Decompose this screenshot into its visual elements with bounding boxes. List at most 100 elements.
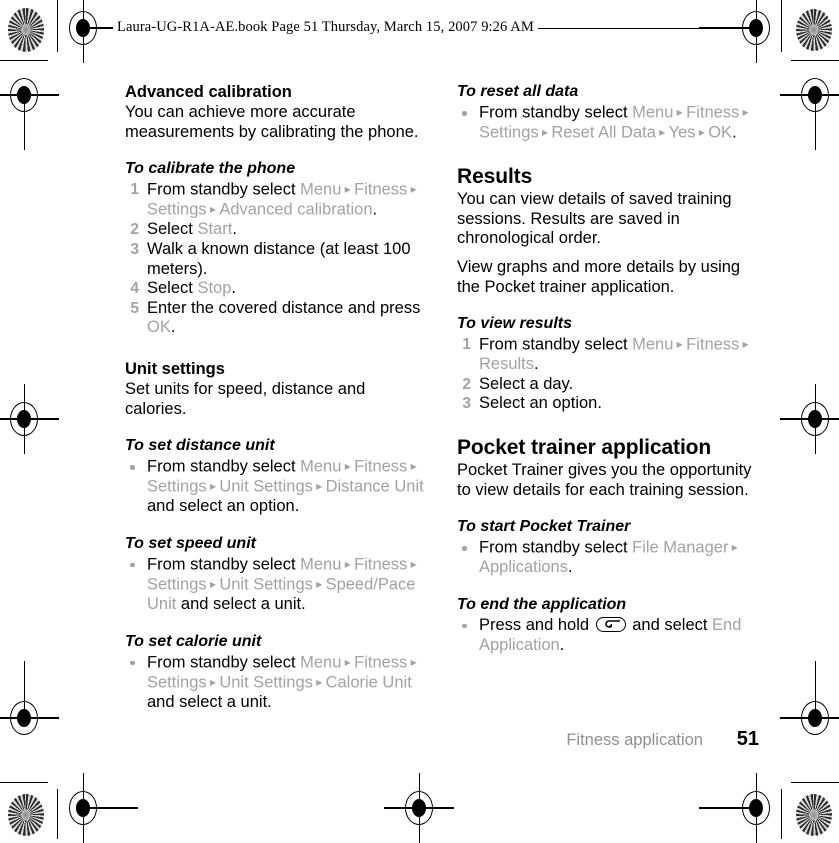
ui-term: Settings	[147, 673, 207, 692]
registration-mark-right-bottom	[780, 661, 839, 739]
step-number: 5	[130, 299, 139, 317]
procedure-bullets: Press and hold and select End Applicatio…	[457, 616, 757, 655]
body-advanced-calibration: You can achieve more accurate measuremen…	[125, 103, 419, 141]
numbered-step: 3 Select an option.	[457, 394, 757, 414]
menu-arrow-icon: ▸	[728, 540, 738, 555]
ui-term: Fitness	[354, 180, 408, 199]
procedure-bullets: From standby select Menu ▸ Fitness ▸ Set…	[125, 457, 425, 517]
bullet-item: From standby select Menu ▸ Fitness ▸ Set…	[125, 653, 425, 713]
menu-arrow-icon: ▸	[673, 105, 687, 119]
ui-term: Applications	[479, 558, 568, 577]
ui-term: Fitness	[686, 103, 740, 122]
section-reset-all-data: To reset all data From standby select Me…	[457, 82, 757, 143]
text-run: From standby select	[479, 103, 633, 122]
bullet-icon	[462, 111, 467, 116]
procedure-title-calibrate-phone: To calibrate the phone	[125, 160, 296, 178]
text-run: and select an option.	[147, 497, 300, 516]
ui-term: Stop	[197, 279, 232, 298]
ui-term: Menu	[300, 180, 342, 199]
bullet-item: From standby select Menu ▸ Fitness ▸ Set…	[457, 103, 757, 143]
text-run: From standby select	[147, 555, 301, 574]
ui-term: Advanced calibration	[219, 200, 373, 219]
text-run: .	[559, 635, 565, 654]
text-run: .	[732, 123, 737, 142]
heading-results: Results	[457, 165, 533, 189]
text-run: From standby select	[479, 335, 633, 354]
numbered-step: 2 Select Start.	[125, 220, 425, 240]
text-run: .	[170, 318, 176, 337]
procedure-bullets: From standby select Menu ▸ Fitness ▸ Set…	[125, 653, 425, 713]
numbered-step: 1 From standby select Menu ▸ Fitness ▸ Se…	[125, 180, 425, 220]
procedure-title: To set distance unit	[125, 437, 275, 455]
section-advanced-calibration: Advanced calibration You can achieve mor…	[125, 82, 425, 338]
registration-mark-bottom-left	[62, 773, 138, 843]
numbered-step: 3 Walk a known distance (at least 100 met…	[125, 240, 425, 279]
menu-arrow-icon: ▸	[673, 337, 687, 352]
header-file-info: Laura-UG-R1A-AE.book Page 51 Thursday, M…	[113, 19, 538, 36]
menu-arrow-icon: ▸	[341, 556, 355, 571]
bullet-item: From standby select Menu ▸ Fitness ▸ Set…	[125, 555, 425, 615]
text-run: From standby select	[147, 180, 301, 199]
menu-arrow-icon: ▸	[206, 674, 220, 689]
ui-term: Settings	[147, 477, 207, 496]
bullet-icon	[130, 562, 135, 568]
registration-mark-bottom-center	[384, 773, 454, 843]
trim-line-right-lower	[791, 782, 839, 784]
heading-unit-settings: Unit settings	[125, 359, 225, 378]
ui-term: Unit Settings	[219, 575, 313, 594]
registration-mark-left-top	[0, 74, 59, 150]
bullet-item: From standby select File Manager ▸ Appli…	[457, 538, 757, 578]
bullet-icon	[130, 660, 135, 666]
ui-term: Fitness	[354, 457, 408, 476]
body-unit-settings: Set units for speed, distance and calori…	[125, 379, 366, 418]
step-number: 2	[130, 221, 139, 239]
bullet-item: From standby select Menu ▸ Fitness ▸ Set…	[125, 457, 425, 517]
procedure-bullets: From standby select Menu ▸ Fitness ▸ Set…	[125, 555, 425, 615]
procedure-title: To set calorie unit	[125, 632, 262, 650]
ui-term: Settings	[147, 575, 207, 594]
ui-term: Menu	[300, 457, 342, 476]
text-run: Select a day.	[479, 374, 574, 393]
numbered-step: 5 Enter the covered distance and press OK…	[125, 299, 425, 338]
menu-arrow-icon: ▸	[341, 459, 355, 474]
menu-arrow-icon: ▸	[206, 577, 220, 591]
bullets-reset-all-data: From standby select Menu ▸ Fitness ▸ Set…	[457, 103, 757, 143]
menu-arrow-icon: ▸	[312, 479, 326, 494]
ui-term: Fitness	[686, 335, 740, 354]
step-number: 1	[462, 336, 471, 354]
menu-arrow-icon: ▸	[538, 125, 552, 140]
menu-arrow-icon: ▸	[206, 202, 220, 217]
steps-view-results: 1 From standby select Menu ▸ Fitness ▸ Re…	[457, 335, 757, 414]
footer-chapter-label: Fitness application	[566, 731, 703, 749]
text-run: Select	[147, 220, 198, 239]
text-run: .	[232, 220, 237, 239]
text-run: and select a unit.	[176, 595, 306, 614]
menu-arrow-icon: ▸	[739, 105, 749, 119]
procedures-unit-settings: To set distance unit From standby select …	[125, 419, 425, 712]
bullet-icon	[462, 546, 467, 551]
numbered-step: 4 Select Stop.	[125, 279, 425, 299]
step-number: 3	[462, 395, 471, 413]
section-results: Results You can view details of saved tr…	[457, 164, 757, 414]
trim-line-left-upper	[0, 60, 48, 62]
body-results-1: You can view details of saved training s…	[457, 190, 732, 248]
ui-term: OK	[708, 123, 733, 142]
ui-term: Menu	[300, 653, 342, 672]
ui-term: Unit Settings	[219, 477, 313, 496]
left-column: Advanced calibration You can achieve mor…	[125, 82, 425, 712]
procedure-bullets: From standby select File Manager ▸ Appli…	[457, 538, 757, 578]
procedure-title: To set speed unit	[125, 534, 256, 552]
text-run: .	[534, 355, 539, 374]
ui-term: OK	[147, 318, 171, 337]
numbered-step: 1 From standby select Menu ▸ Fitness ▸ Re…	[457, 335, 757, 375]
text-run: and select	[627, 615, 713, 634]
bullet-icon	[130, 465, 135, 470]
trim-line-bottom-left	[57, 789, 59, 839]
